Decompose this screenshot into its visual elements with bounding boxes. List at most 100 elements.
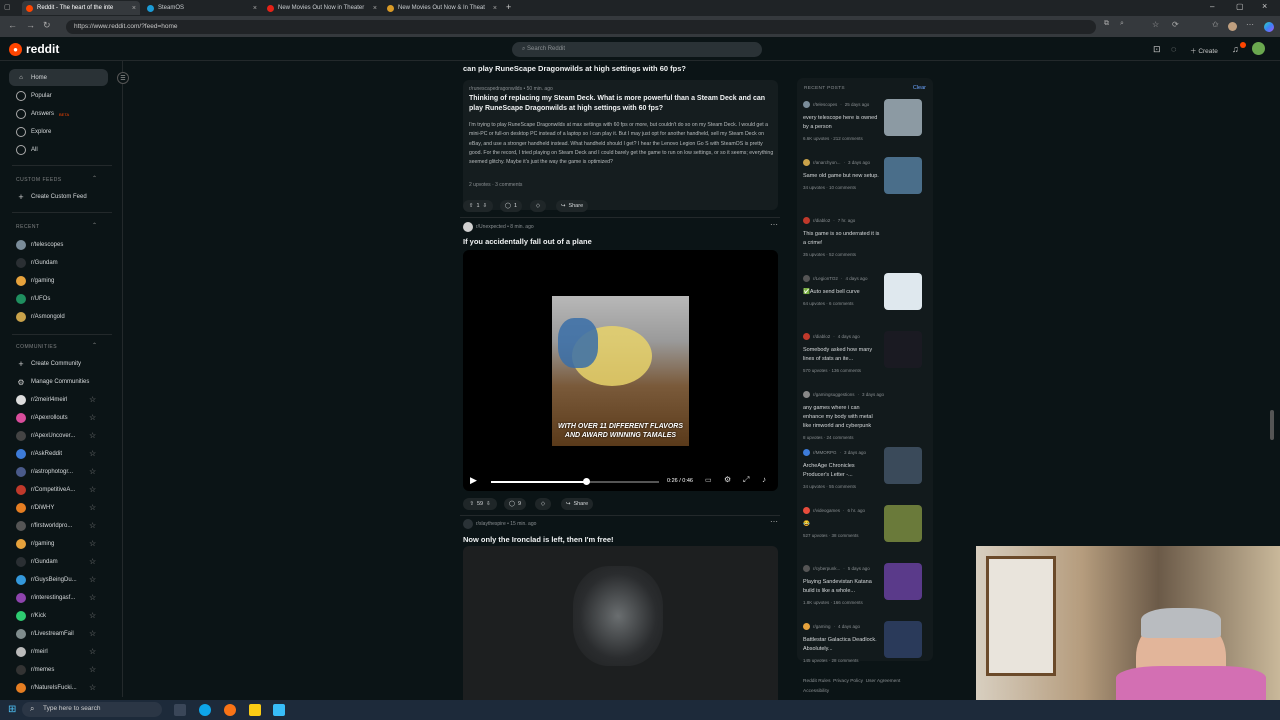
comments-button[interactable]: ◯ 1: [500, 200, 522, 212]
recent-post-title[interactable]: 😂: [803, 520, 881, 529]
share-button[interactable]: ↪ Share: [561, 498, 593, 510]
share-button[interactable]: ↪ Share: [556, 200, 588, 212]
subreddit-avatar[interactable]: [463, 222, 473, 232]
search-input[interactable]: ⌕ Search Reddit: [512, 42, 762, 57]
sidebar-community-item[interactable]: r/interestingasf...: [16, 591, 75, 605]
favorite-star-icon[interactable]: ☆: [89, 575, 96, 584]
recent-post-thumbnail[interactable]: [884, 505, 922, 542]
recent-post-thumbnail[interactable]: [884, 331, 922, 368]
favorites-icon[interactable]: ✩: [1212, 20, 1219, 29]
favorite-star-icon[interactable]: ☆: [89, 647, 96, 656]
recent-post-thumbnail[interactable]: [884, 99, 922, 136]
sidebar-community-item[interactable]: r/DiWHY: [16, 501, 54, 515]
downvote-icon[interactable]: ⇩: [486, 501, 491, 507]
user-avatar[interactable]: [1252, 42, 1265, 55]
comments-button[interactable]: ◯ 9: [504, 498, 526, 510]
ads-icon[interactable]: ⊡: [1153, 44, 1161, 55]
video-progress-track[interactable]: [491, 481, 659, 483]
post-title[interactable]: Thinking of replacing my Steam Deck. Wha…: [469, 94, 774, 114]
minimize-icon[interactable]: –: [1210, 2, 1214, 11]
copilot-icon[interactable]: [1264, 22, 1274, 32]
favorite-star-icon[interactable]: ☆: [89, 395, 96, 404]
favorite-star-icon[interactable]: ☆: [89, 593, 96, 602]
sidebar-community-item[interactable]: r/firstworldpro...: [16, 519, 72, 533]
recent-post-title[interactable]: ArcheAge Chronicles Producer's Letter -.…: [803, 462, 881, 480]
address-bar[interactable]: https://www.reddit.com/?feed=home: [66, 20, 1096, 34]
favorite-star-icon[interactable]: ☆: [89, 683, 96, 692]
post-title[interactable]: If you accidentally fall out of a plane: [463, 237, 592, 246]
more-menu-icon[interactable]: ⋯: [1246, 20, 1254, 29]
recent-post-thumbnail[interactable]: [884, 563, 922, 600]
recent-heading[interactable]: RECENT: [16, 224, 40, 230]
recent-post-title[interactable]: This game is so underrated it is a crime…: [803, 230, 881, 248]
create-custom-feed[interactable]: + Create Custom Feed: [16, 190, 86, 204]
sidebar-community-item[interactable]: r/LivestreamFail: [16, 627, 74, 641]
recent-post-title[interactable]: every telescope here is owned by a perso…: [803, 114, 881, 132]
fullscreen-icon[interactable]: ⤢: [743, 475, 749, 485]
page-scrollbar[interactable]: [1270, 410, 1274, 440]
sidebar-recent-item[interactable]: r/UFOs: [16, 292, 50, 306]
back-icon[interactable]: ←: [8, 20, 17, 30]
favorite-star-icon[interactable]: ☆: [89, 431, 96, 440]
sidebar-recent-item[interactable]: r/Asmongold: [16, 310, 65, 324]
recent-post-title[interactable]: Battlestar Galactica Deadlock. Absolutel…: [803, 636, 881, 654]
captions-icon[interactable]: ▭: [705, 476, 712, 484]
maximize-icon[interactable]: ▢: [1236, 2, 1244, 11]
more-options-icon[interactable]: ⋯: [770, 517, 778, 526]
recent-post-item[interactable]: r/MMORPG · 3 days ago ArcheAge Chronicles P…: [803, 447, 928, 489]
clear-button[interactable]: Clear: [913, 85, 926, 91]
recent-post-thumbnail[interactable]: [884, 273, 922, 310]
recent-post-title[interactable]: Same old game but new setup.: [803, 172, 881, 181]
award-button[interactable]: ◇: [530, 200, 546, 212]
sidebar-community-item[interactable]: r/Kick: [16, 609, 46, 623]
sidebar-community-item[interactable]: r/memes: [16, 663, 54, 677]
taskbar-search-input[interactable]: ⌕ Type here to search: [22, 702, 162, 717]
upvote-icon[interactable]: ⇧: [469, 203, 474, 209]
tab-movies-1[interactable]: New Movies Out Now in Theater ×: [263, 1, 381, 15]
forward-icon[interactable]: →: [26, 20, 35, 30]
file-explorer-icon[interactable]: [249, 704, 261, 716]
communities-heading[interactable]: COMMUNITIES: [16, 344, 57, 350]
window-menu-icon[interactable]: ▢: [4, 3, 11, 11]
footer-link[interactable]: Privacy Policy: [833, 679, 863, 684]
custom-feeds-heading[interactable]: CUSTOM FEEDS: [16, 177, 62, 183]
more-options-icon[interactable]: ⋯: [770, 220, 778, 229]
firefox-icon[interactable]: [224, 704, 236, 716]
sidebar-recent-item[interactable]: r/gaming: [16, 274, 54, 288]
recent-post-title[interactable]: any games where i can enhance my body wi…: [803, 404, 881, 431]
sidebar-item-answers[interactable]: Answers BETA: [16, 107, 69, 121]
sidebar-item-all[interactable]: All: [16, 143, 38, 157]
profile-avatar[interactable]: [1228, 22, 1237, 31]
recent-post-title[interactable]: Playing Sandevistan Katana build is like…: [803, 578, 881, 596]
post-title[interactable]: Now only the Ironclad is left, then I'm …: [463, 535, 614, 544]
sidebar-item-explore[interactable]: Explore: [16, 125, 51, 139]
sidebar-community-item[interactable]: r/astrophotogr...: [16, 465, 73, 479]
close-tab-icon[interactable]: ×: [132, 5, 136, 12]
zoom-icon[interactable]: ⌕: [1120, 20, 1124, 28]
vote-group[interactable]: ⇧ 1 ⇩: [463, 200, 493, 212]
vote-group[interactable]: ⇧ 59 ⇩: [463, 498, 497, 510]
chevron-up-icon[interactable]: ⌃: [92, 175, 97, 182]
recent-post-item[interactable]: r/gamingsuggestions · 3 days ago any games …: [803, 391, 928, 440]
recent-post-title[interactable]: ✅Auto send bell curve: [803, 288, 881, 297]
recent-post-item[interactable]: r/cyberpunk... · 5 days ago Playing Sandevi…: [803, 563, 928, 605]
reload-icon[interactable]: ↻: [43, 20, 51, 31]
new-tab-button[interactable]: +: [506, 2, 511, 12]
recent-post-item[interactable]: r/diablo2 · 4 days ago Somebody asked how m…: [803, 331, 928, 373]
award-button[interactable]: ◇: [535, 498, 551, 510]
favorite-star-icon[interactable]: ☆: [89, 467, 96, 476]
favorite-star-icon[interactable]: ☆: [89, 449, 96, 458]
edge-browser-icon[interactable]: [199, 704, 211, 716]
sidebar-community-item[interactable]: r/2meirl4meirl: [16, 393, 67, 407]
refresh-extension-icon[interactable]: ⟳: [1172, 20, 1179, 29]
sidebar-recent-item[interactable]: r/Gundam: [16, 256, 58, 270]
favorite-star-icon[interactable]: ☆: [89, 557, 96, 566]
favorite-star-icon[interactable]: ☆: [89, 611, 96, 620]
recent-post-item[interactable]: r/anarchyon... · 3 days ago Same old game b…: [803, 157, 928, 194]
chevron-up-icon[interactable]: ⌃: [92, 222, 97, 229]
close-tab-icon[interactable]: ×: [373, 5, 377, 12]
upvote-icon[interactable]: ⇧: [469, 501, 474, 507]
sidebar-recent-item[interactable]: r/telescopes: [16, 238, 63, 252]
sidebar-community-item[interactable]: r/meirl: [16, 645, 48, 659]
favorite-star-icon[interactable]: ☆: [89, 521, 96, 530]
